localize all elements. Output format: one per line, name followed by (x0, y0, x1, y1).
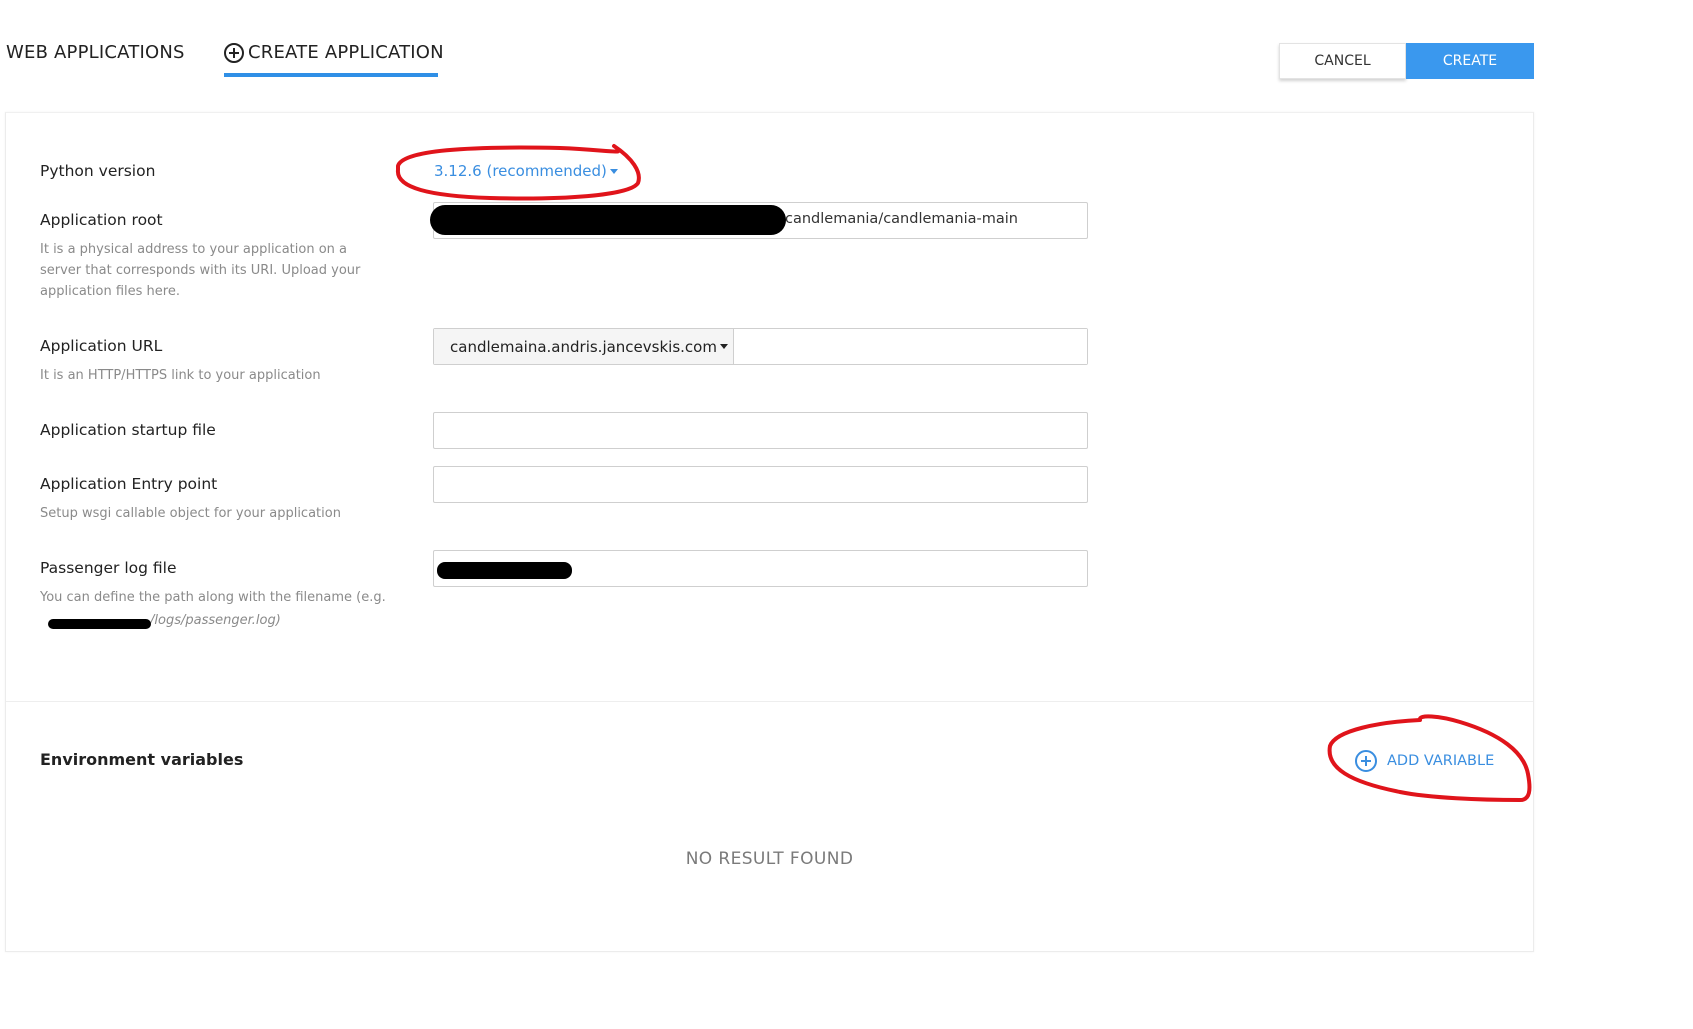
application-url-label: Application URL (40, 337, 163, 355)
create-button[interactable]: CREATE (1406, 43, 1534, 79)
application-url-path-input[interactable] (734, 329, 1087, 364)
active-tab-indicator (224, 73, 438, 77)
application-root-value: candlemania/candlemania-main (785, 211, 1018, 227)
tab-web-applications[interactable]: WEB APPLICATIONS (6, 42, 185, 63)
application-url-group: candlemaina.andris.jancevskis.com (433, 328, 1088, 365)
entry-point-input[interactable] (433, 466, 1088, 503)
python-version-label: Python version (40, 162, 156, 180)
section-divider (6, 701, 1533, 702)
startup-file-input[interactable] (433, 412, 1088, 449)
application-root-hint: It is a physical address to your applica… (40, 242, 361, 299)
application-url-hint: It is an HTTP/HTTPS link to your applica… (40, 368, 321, 383)
tab-create-application[interactable]: CREATE APPLICATION (224, 42, 444, 63)
cancel-button[interactable]: CANCEL (1279, 43, 1406, 79)
startup-file-label: Application startup file (40, 421, 216, 439)
add-variable-label: ADD VARIABLE (1387, 753, 1495, 769)
passenger-log-hint: You can define the path along with the f… (40, 590, 386, 605)
caret-down-icon (609, 169, 618, 174)
tab-create-application-label: CREATE APPLICATION (248, 42, 444, 63)
empty-state-text: NO RESULT FOUND (685, 849, 854, 869)
caret-down-icon (719, 344, 728, 349)
python-version-value: 3.12.6 (recommended) (434, 162, 607, 180)
add-circle-icon (1355, 750, 1377, 772)
redaction-mark (437, 562, 572, 579)
redaction-mark (430, 205, 786, 235)
entry-point-label: Application Entry point (40, 475, 218, 493)
env-variables-title: Environment variables (40, 750, 244, 769)
domain-value: candlemaina.andris.jancevskis.com (450, 337, 717, 356)
domain-dropdown[interactable]: candlemaina.andris.jancevskis.com (434, 329, 734, 364)
add-circle-icon (224, 42, 244, 63)
python-version-dropdown[interactable]: 3.12.6 (recommended) (434, 162, 618, 180)
redaction-mark (48, 619, 151, 629)
application-root-label: Application root (40, 211, 163, 229)
passenger-log-hint-example: /logs/passenger.log) (150, 613, 281, 628)
entry-point-hint: Setup wsgi callable object for your appl… (40, 506, 341, 521)
passenger-log-label: Passenger log file (40, 559, 177, 577)
add-variable-button[interactable]: ADD VARIABLE (1355, 750, 1494, 772)
